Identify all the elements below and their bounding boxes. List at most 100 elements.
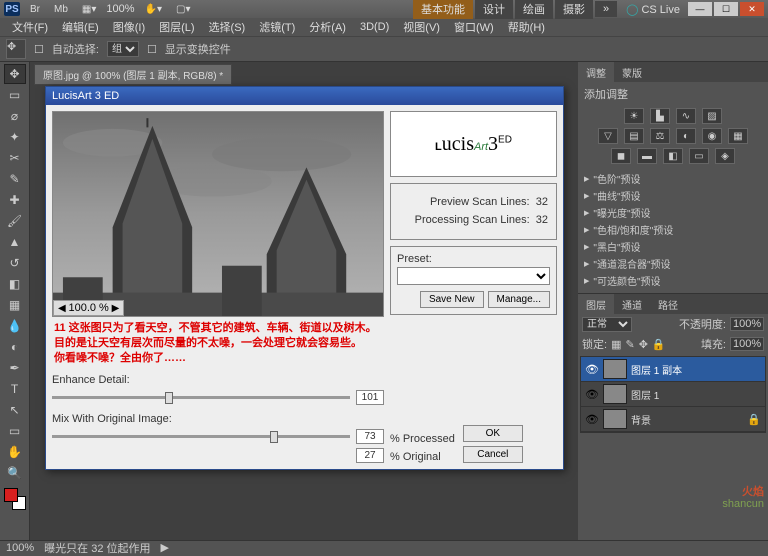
zoom-tool[interactable]: 🔍 (4, 463, 26, 483)
adj-mixer-icon[interactable]: ▦ (728, 128, 748, 144)
adj-curves-icon[interactable]: ∿ (676, 108, 696, 124)
adj-bw-icon[interactable]: ◐ (676, 128, 696, 144)
adj-photo-filter-icon[interactable]: ◉ (702, 128, 722, 144)
opacity-value[interactable]: 100% (730, 317, 764, 331)
cslive-button[interactable]: CS Live (626, 3, 680, 16)
eyedropper-tool[interactable]: ✎ (4, 169, 26, 189)
dialog-titlebar[interactable]: LucisArt 3 ED (46, 87, 563, 105)
workspace-tab-essentials[interactable]: 基本功能 (413, 0, 473, 19)
shape-tool[interactable]: ▭ (4, 421, 26, 441)
blend-mode-dropdown[interactable]: 正常 (582, 317, 632, 332)
layer-name[interactable]: 图层 1 (631, 387, 659, 402)
history-brush-tool[interactable]: ↺ (4, 253, 26, 273)
menu-edit[interactable]: 编辑(E) (56, 18, 105, 36)
tb-btn-5[interactable]: ▢▾ (172, 3, 194, 16)
wand-tool[interactable]: ✦ (4, 127, 26, 147)
maximize-button[interactable]: ☐ (714, 2, 738, 16)
menu-help[interactable]: 帮助(H) (502, 18, 551, 36)
layers-tab[interactable]: 图层 (578, 294, 614, 314)
adj-selective-icon[interactable]: ◈ (715, 148, 735, 164)
paths-tab[interactable]: 路径 (650, 294, 686, 314)
visibility-icon[interactable]: 👁 (585, 388, 599, 401)
lock-all-icon[interactable]: 🔒 (652, 338, 666, 351)
document-tab[interactable]: 原图.jpg @ 100% (图层 1 副本, RGB/8) * (34, 64, 232, 85)
preview-image[interactable]: ◀ 100.0 % ▶ (52, 111, 384, 317)
menu-file[interactable]: 文件(F) (6, 18, 54, 36)
stamp-tool[interactable]: ▲ (4, 232, 26, 252)
heal-tool[interactable]: ✚ (4, 190, 26, 210)
adj-brightness-icon[interactable]: ☀ (624, 108, 644, 124)
workspace-tab-design[interactable]: 设计 (475, 0, 513, 19)
fg-color-icon[interactable] (4, 488, 18, 502)
color-swatch[interactable] (4, 488, 26, 510)
preset-dropdown[interactable] (397, 267, 550, 285)
adj-balance-icon[interactable]: ⚖ (650, 128, 670, 144)
menu-select[interactable]: 选择(S) (203, 18, 252, 36)
minimize-button[interactable]: — (688, 2, 712, 16)
brush-tool[interactable]: 🖌 (4, 211, 26, 231)
save-new-button[interactable]: Save New (420, 291, 484, 308)
enhance-detail-value[interactable]: 101 (356, 390, 384, 405)
pen-tool[interactable]: ✒ (4, 358, 26, 378)
status-zoom[interactable]: 100% (6, 542, 34, 554)
workspace-tab-more[interactable]: » (595, 1, 617, 17)
preset-item[interactable]: "可选颜色"预设 (584, 272, 762, 289)
layer-thumbnail[interactable] (603, 359, 627, 379)
enhance-detail-slider[interactable] (52, 396, 350, 399)
lock-transparency-icon[interactable]: ▦ (611, 338, 621, 351)
tb-btn-3[interactable]: ▦▾ (78, 3, 100, 16)
move-tool[interactable]: ✥ (4, 64, 26, 84)
workspace-tab-painting[interactable]: 绘画 (515, 0, 553, 19)
lock-pixels-icon[interactable]: ✎ (625, 338, 634, 351)
crop-tool[interactable]: ✂ (4, 148, 26, 168)
lasso-tool[interactable]: ⌀ (4, 106, 26, 126)
preset-item[interactable]: "色阶"预设 (584, 170, 762, 187)
preset-item[interactable]: "色相/饱和度"预设 (584, 221, 762, 238)
dodge-tool[interactable]: ◐ (4, 337, 26, 357)
adj-levels-icon[interactable]: ▙ (650, 108, 670, 124)
mix-slider[interactable] (52, 435, 350, 438)
menu-view[interactable]: 视图(V) (397, 18, 446, 36)
menu-layer[interactable]: 图层(L) (153, 18, 200, 36)
adj-threshold-icon[interactable]: ◧ (663, 148, 683, 164)
fill-value[interactable]: 100% (730, 337, 764, 351)
lock-position-icon[interactable]: ✥ (639, 338, 648, 351)
cancel-button[interactable]: Cancel (463, 446, 523, 463)
hand-tool[interactable]: ✋ (4, 442, 26, 462)
menu-filter[interactable]: 滤镜(T) (253, 18, 301, 36)
adjustments-tab[interactable]: 调整 (578, 62, 614, 82)
marquee-tool[interactable]: ▭ (4, 85, 26, 105)
layer-item[interactable]: 👁 图层 1 (581, 382, 765, 407)
visibility-icon[interactable]: 👁 (585, 363, 599, 376)
channels-tab[interactable]: 通道 (614, 294, 650, 314)
eraser-tool[interactable]: ◧ (4, 274, 26, 294)
path-tool[interactable]: ↖ (4, 400, 26, 420)
mix-processed-value[interactable]: 73 (356, 429, 384, 444)
layer-name[interactable]: 图层 1 副本 (631, 362, 682, 377)
manage-button[interactable]: Manage... (488, 291, 550, 308)
tb-btn-4[interactable]: ✋▾ (141, 3, 166, 16)
preset-item[interactable]: "通道混合器"预设 (584, 255, 762, 272)
adj-gradmap-icon[interactable]: ▭ (689, 148, 709, 164)
blur-tool[interactable]: 💧 (4, 316, 26, 336)
layer-thumbnail[interactable] (603, 409, 627, 429)
masks-tab[interactable]: 蒙版 (614, 62, 650, 82)
adj-vibrance-icon[interactable]: ▽ (598, 128, 618, 144)
ok-button[interactable]: OK (463, 425, 523, 442)
adj-posterize-icon[interactable]: ▬ (637, 148, 657, 164)
layer-item[interactable]: 👁 背景 🔒 (581, 407, 765, 432)
close-button[interactable]: ✕ (740, 2, 764, 16)
tb-btn-2[interactable]: Mb (50, 3, 72, 16)
menu-window[interactable]: 窗口(W) (448, 18, 500, 36)
layer-item[interactable]: 👁 图层 1 副本 (581, 357, 765, 382)
preset-item[interactable]: "曲线"预设 (584, 187, 762, 204)
zoom-display[interactable]: 100% (106, 3, 134, 15)
adj-hsl-icon[interactable]: ▤ (624, 128, 644, 144)
adj-exposure-icon[interactable]: ▨ (702, 108, 722, 124)
auto-select-dropdown[interactable]: 组 (107, 41, 139, 57)
gradient-tool[interactable]: ▦ (4, 295, 26, 315)
visibility-icon[interactable]: 👁 (585, 413, 599, 426)
preview-zoom[interactable]: 100.0 % (68, 302, 108, 314)
workspace-tab-photo[interactable]: 摄影 (555, 0, 593, 19)
menu-image[interactable]: 图像(I) (107, 18, 151, 36)
